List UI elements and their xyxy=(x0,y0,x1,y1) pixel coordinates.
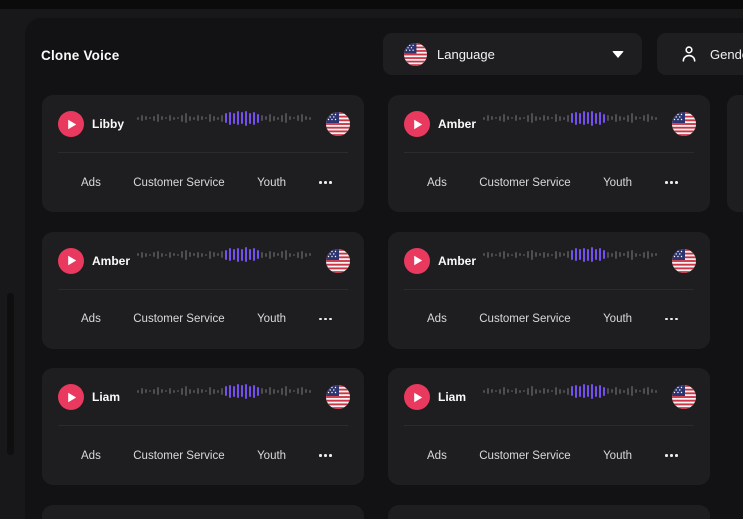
more-options-button[interactable] xyxy=(664,314,679,325)
tag-ads[interactable]: Ads xyxy=(427,177,447,189)
chevron-down-icon xyxy=(612,51,624,58)
voice-name: Amber xyxy=(438,254,476,268)
voice-card-partial xyxy=(388,505,710,519)
tag-customer-service[interactable]: Customer Service xyxy=(479,450,570,462)
tag-ads[interactable]: Ads xyxy=(427,313,447,325)
tag-customer-service[interactable]: Customer Service xyxy=(133,450,224,462)
tag-ads[interactable]: Ads xyxy=(81,313,101,325)
scrollbar-thumb[interactable] xyxy=(7,293,14,455)
tag-list: Ads Customer Service Youth xyxy=(388,426,710,485)
voice-card-partial xyxy=(727,95,743,212)
waveform xyxy=(137,108,315,128)
tag-youth[interactable]: Youth xyxy=(603,177,632,189)
play-button[interactable] xyxy=(404,111,430,137)
play-button[interactable] xyxy=(58,384,84,410)
play-icon xyxy=(67,255,77,266)
language-dropdown-label: Language xyxy=(437,47,495,62)
window-top-edge xyxy=(0,0,743,9)
person-icon xyxy=(678,43,700,65)
play-button[interactable] xyxy=(58,111,84,137)
waveform xyxy=(137,245,315,265)
us-flag-icon xyxy=(326,249,350,273)
voice-card: Amber Ads Customer Service Youth xyxy=(388,95,710,212)
voice-card: Liam Ads Customer Service Youth xyxy=(388,368,710,485)
voice-name: Liam xyxy=(92,390,120,404)
voice-card: Amber Ads Customer Service Youth xyxy=(42,232,364,349)
play-button[interactable] xyxy=(58,248,84,274)
us-flag-icon xyxy=(326,385,350,409)
tag-ads[interactable]: Ads xyxy=(81,177,101,189)
voice-card: Liam Ads Customer Service Youth xyxy=(42,368,364,485)
us-flag-icon xyxy=(672,385,696,409)
voice-card-partial xyxy=(42,505,364,519)
tag-youth[interactable]: Youth xyxy=(603,450,632,462)
us-flag-icon xyxy=(672,112,696,136)
tag-customer-service[interactable]: Customer Service xyxy=(133,177,224,189)
language-dropdown[interactable]: Language xyxy=(383,33,642,75)
voice-card: Amber Ads Customer Service Youth xyxy=(388,232,710,349)
tag-customer-service[interactable]: Customer Service xyxy=(479,313,570,325)
tag-youth[interactable]: Youth xyxy=(257,177,286,189)
tag-list: Ads Customer Service Youth xyxy=(388,153,710,212)
voice-name: Amber xyxy=(438,117,476,131)
tag-list: Ads Customer Service Youth xyxy=(42,290,364,349)
tag-list: Ads Customer Service Youth xyxy=(42,153,364,212)
tag-ads[interactable]: Ads xyxy=(427,450,447,462)
waveform xyxy=(137,381,315,401)
waveform xyxy=(483,108,661,128)
tag-list: Ads Customer Service Youth xyxy=(388,290,710,349)
voice-card: Libby Ads Customer Service Youth xyxy=(42,95,364,212)
play-icon xyxy=(413,392,423,403)
play-icon xyxy=(413,119,423,130)
app-window: Clone Voice Language Gender xyxy=(0,0,743,519)
more-options-button[interactable] xyxy=(318,450,333,461)
voice-name: Liam xyxy=(438,390,466,404)
more-options-button[interactable] xyxy=(318,177,333,188)
us-flag-icon xyxy=(326,112,350,136)
tag-list: Ads Customer Service Youth xyxy=(42,426,364,485)
tag-customer-service[interactable]: Customer Service xyxy=(479,177,570,189)
tag-youth[interactable]: Youth xyxy=(257,450,286,462)
voice-name: Amber xyxy=(92,254,130,268)
us-flag-icon xyxy=(404,43,427,66)
waveform xyxy=(483,245,661,265)
gender-dropdown[interactable]: Gender xyxy=(657,33,743,75)
waveform xyxy=(483,381,661,401)
tag-customer-service[interactable]: Customer Service xyxy=(133,313,224,325)
more-options-button[interactable] xyxy=(664,450,679,461)
voice-name: Libby xyxy=(92,117,124,131)
more-options-button[interactable] xyxy=(664,177,679,188)
more-options-button[interactable] xyxy=(318,314,333,325)
play-button[interactable] xyxy=(404,248,430,274)
play-button[interactable] xyxy=(404,384,430,410)
tag-youth[interactable]: Youth xyxy=(257,313,286,325)
us-flag-icon xyxy=(672,249,696,273)
play-icon xyxy=(67,392,77,403)
page-title: Clone Voice xyxy=(41,48,119,63)
play-icon xyxy=(67,119,77,130)
tag-ads[interactable]: Ads xyxy=(81,450,101,462)
play-icon xyxy=(413,255,423,266)
gender-dropdown-label: Gender xyxy=(710,47,743,62)
tag-youth[interactable]: Youth xyxy=(603,313,632,325)
